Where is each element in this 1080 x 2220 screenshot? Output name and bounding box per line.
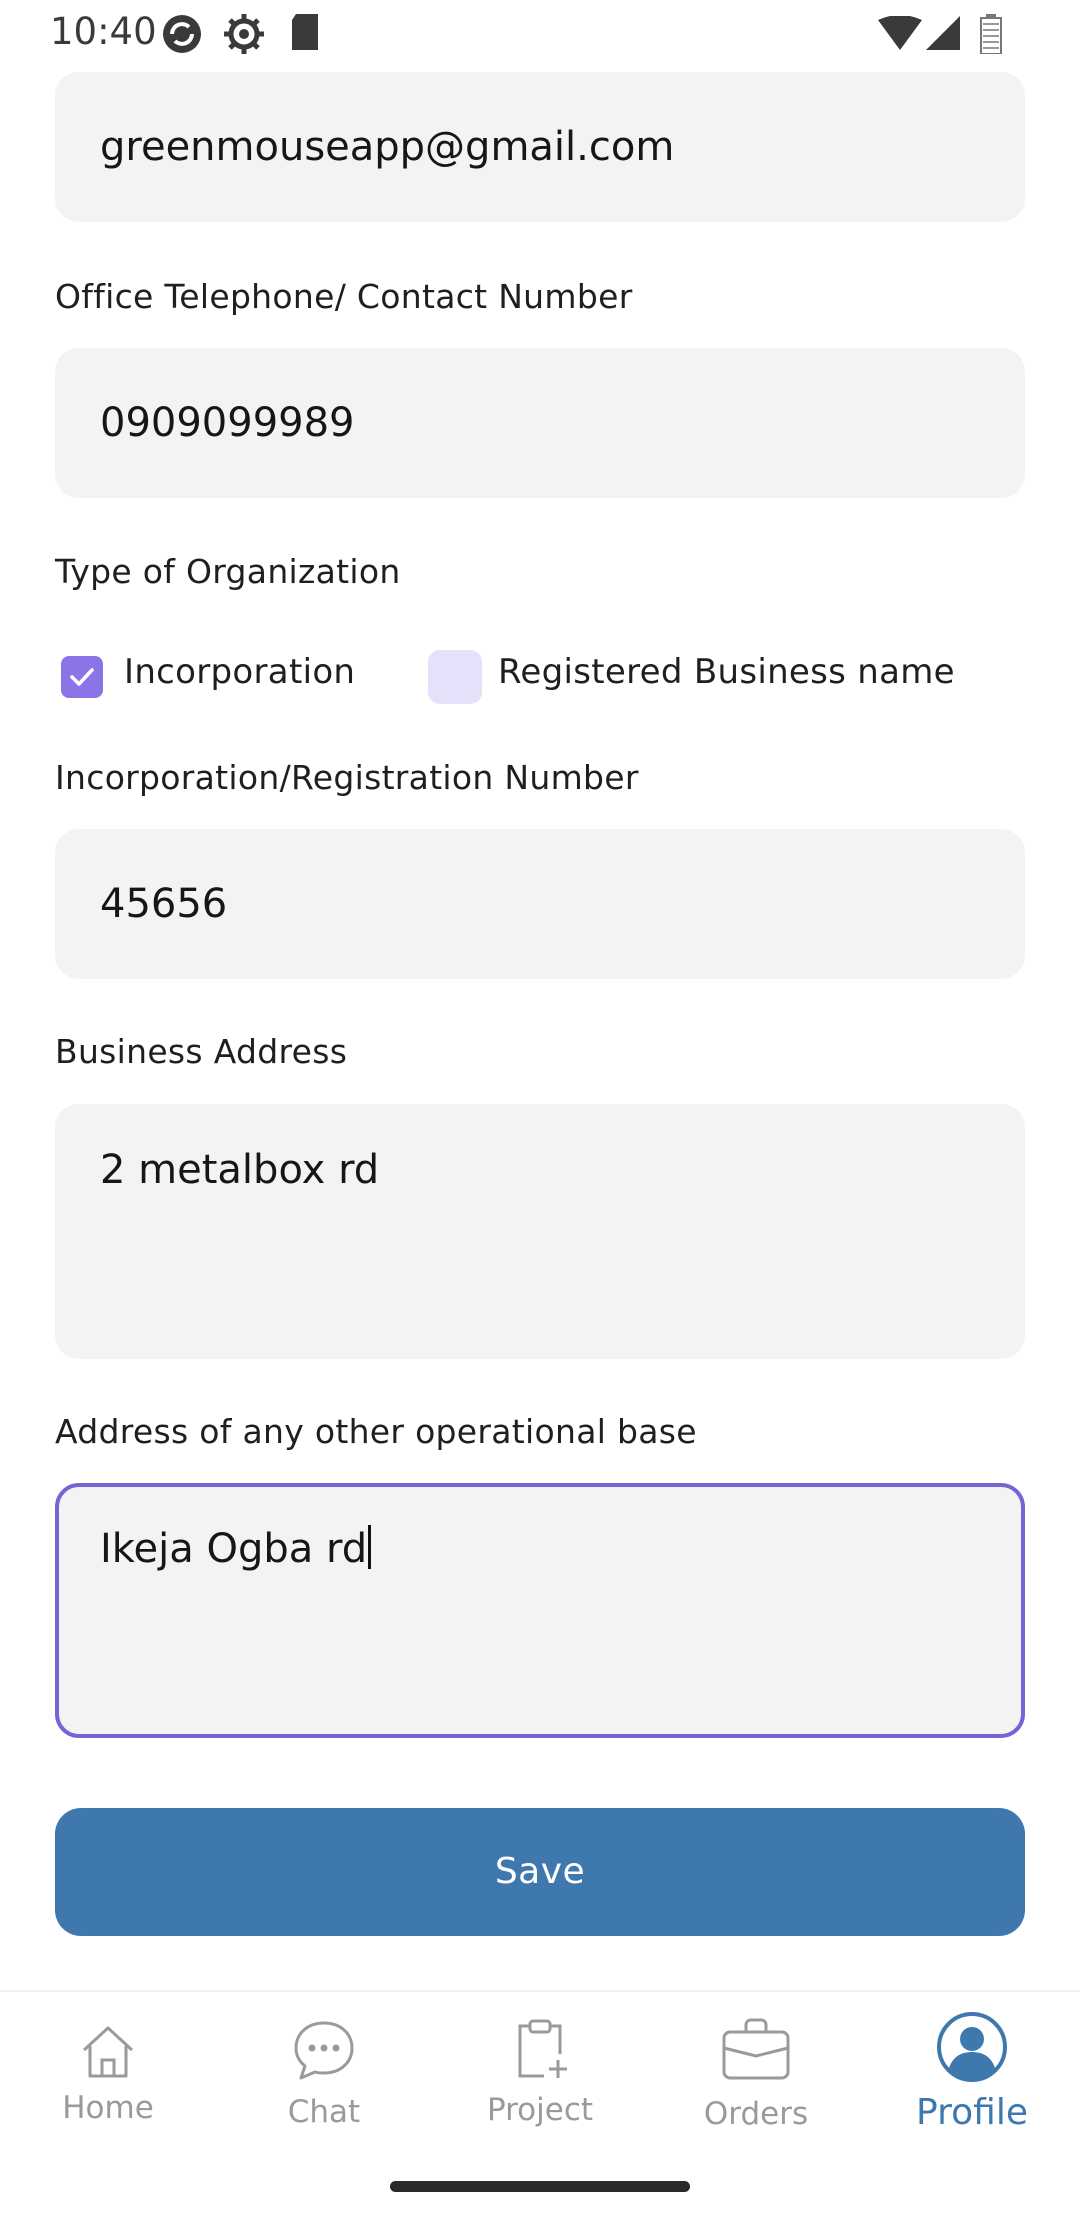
- battery-icon: [980, 14, 1002, 54]
- other-address-label: Address of any other operational base: [55, 1412, 697, 1451]
- text-cursor: [368, 1525, 372, 1569]
- nav-home[interactable]: Home: [0, 1992, 216, 2192]
- sd-card-icon: [292, 14, 318, 50]
- nav-orders-label: Orders: [703, 2096, 809, 2132]
- phone-value: 0909099989: [100, 400, 355, 446]
- address-label: Business Address: [55, 1032, 348, 1071]
- incorporation-label: Incorporation: [124, 652, 356, 692]
- email-value: greenmouseapp@gmail.com: [100, 124, 675, 170]
- reg-number-value: 45656: [100, 881, 228, 927]
- registered-business-label: Registered Business name: [498, 652, 955, 692]
- email-field[interactable]: greenmouseapp@gmail.com: [55, 72, 1025, 222]
- other-address-value: Ikeja Ogba rd: [100, 1526, 368, 1572]
- signal-icon: [926, 16, 960, 50]
- reg-number-label: Incorporation/Registration Number: [55, 758, 639, 797]
- screen: 10:40 greenmouseapp@gmail.com Office Tel…: [0, 0, 1080, 2220]
- address-field[interactable]: 2 metalbox rd: [55, 1104, 1025, 1359]
- checkbox-checked[interactable]: [61, 656, 103, 698]
- profile-icon: [937, 2012, 1007, 2082]
- address-value: 2 metalbox rd: [100, 1147, 380, 1193]
- reg-number-field[interactable]: 45656: [55, 829, 1025, 979]
- nav-orders[interactable]: Orders: [648, 1992, 864, 2192]
- nav-project-label: Project: [486, 2092, 594, 2128]
- home-indicator[interactable]: [390, 2181, 690, 2192]
- nav-profile[interactable]: Profile: [864, 1992, 1080, 2192]
- sync-icon: [163, 15, 201, 53]
- org-type-label: Type of Organization: [55, 552, 401, 591]
- phone-field[interactable]: 0909099989: [55, 348, 1025, 498]
- chat-icon: [294, 2021, 354, 2080]
- settings-icon: [224, 14, 264, 54]
- nav-profile-label: Profile: [916, 2092, 1028, 2133]
- nav-chat[interactable]: Chat: [216, 1992, 432, 2192]
- other-address-field[interactable]: Ikeja Ogba rd: [55, 1483, 1025, 1738]
- phone-label: Office Telephone/ Contact Number: [55, 277, 633, 316]
- check-icon: [70, 668, 94, 686]
- nav-home-label: Home: [62, 2090, 154, 2126]
- status-time: 10:40: [50, 10, 157, 53]
- project-icon: [518, 2019, 567, 2078]
- status-bar: 10:40: [0, 0, 1080, 66]
- briefcase-icon: [722, 2018, 790, 2080]
- checkbox-unchecked[interactable]: [428, 650, 482, 704]
- wifi-icon: [878, 16, 922, 50]
- home-icon: [82, 2026, 134, 2078]
- nav-project[interactable]: Project: [432, 1992, 648, 2192]
- nav-chat-label: Chat: [287, 2094, 361, 2130]
- save-button[interactable]: Save: [55, 1808, 1025, 1936]
